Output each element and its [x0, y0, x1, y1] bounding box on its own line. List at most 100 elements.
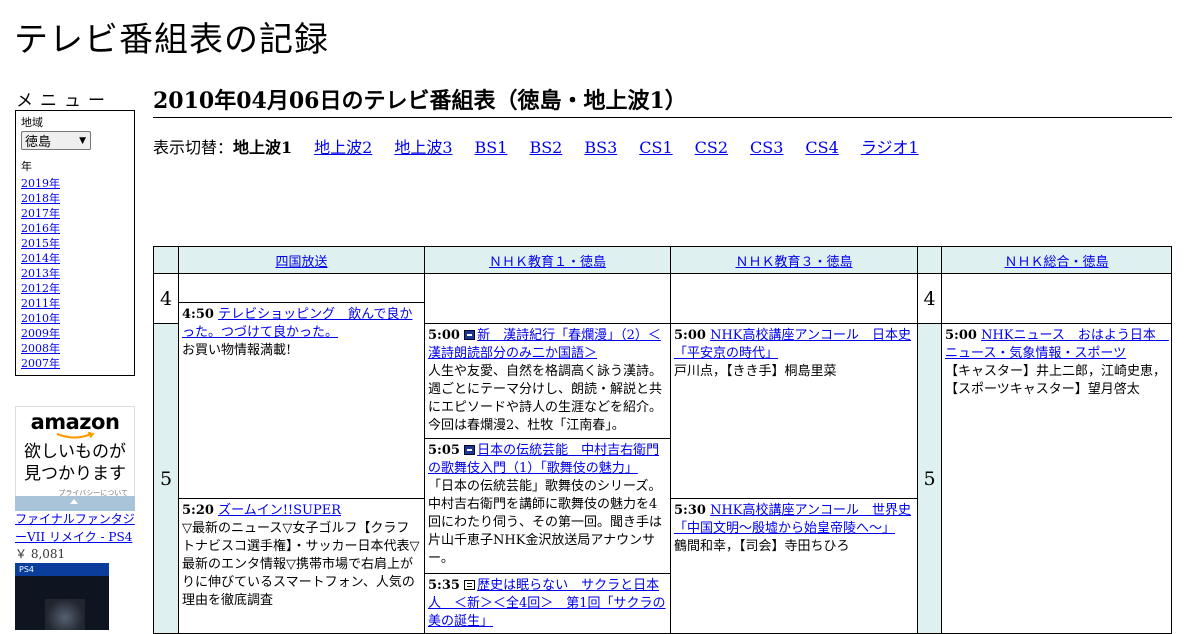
program-time: 5:30: [674, 503, 706, 518]
program-cell: 5:00 新 漢詩紀行「春爛漫」（2）＜漢詩朗読部分のみ二か国語＞ 人生や友愛、…: [424, 323, 671, 439]
year-link[interactable]: 2009年: [21, 327, 60, 340]
program-title-link[interactable]: 新 漢詩紀行「春爛漫」（2）＜漢詩朗読部分のみ二か国語＞: [428, 328, 661, 361]
program-desc: お買い物情報満載!: [182, 343, 292, 358]
hour-cell: 5: [917, 323, 942, 634]
year-link[interactable]: 2015年: [21, 237, 60, 250]
program-cell: 4:50 テレビショッピング 飲んで良かった。つづけて良かった。 お買い物情報満…: [178, 302, 425, 499]
year-label: 年: [21, 160, 32, 173]
program: 5:20 ズームイン!!SUPER ▽最新のニュース▽女子ゴルフ【クラフトナビス…: [179, 499, 424, 612]
empty-slot: [178, 273, 425, 303]
switcher-link[interactable]: CS4: [805, 138, 838, 157]
empty-slot: [424, 273, 671, 324]
hour-cell: 4: [917, 273, 942, 324]
year-link[interactable]: 2019年: [21, 177, 60, 190]
channel-header: ＮＨＫ教育１・徳島: [424, 246, 671, 274]
program: 4:50 テレビショッピング 飲んで良かった。つづけて良かった。 お買い物情報満…: [179, 303, 424, 362]
region-select[interactable]: 徳島 ▼: [21, 131, 91, 150]
year-link[interactable]: 2014年: [21, 252, 60, 265]
program-desc: 人生や友愛、自然を格調高く詠う漢詩。週ごとにテーマ分けし、朗読・解説と共にエピソ…: [428, 364, 663, 433]
empty-slot: [670, 273, 918, 324]
page-heading: 2010年04月06日のテレビ番組表（徳島・地上波1）: [153, 83, 1172, 118]
switcher-link[interactable]: BS2: [529, 138, 562, 157]
switcher-current: 地上波1: [233, 138, 293, 157]
year-link[interactable]: 2008年: [21, 342, 60, 355]
program-title-link[interactable]: NHK高校講座アンコール 世界史「中国文明～殷墟から始皇帝陵へ～」: [674, 503, 911, 536]
caption-badge-icon: [464, 445, 476, 455]
switcher-link[interactable]: 地上波2: [314, 138, 372, 157]
switcher-link[interactable]: BS1: [475, 138, 508, 157]
program: 5:30 NHK高校講座アンコール 世界史「中国文明～殷墟から始皇帝陵へ～」 鶴…: [671, 499, 917, 558]
program-title-link[interactable]: NHKニュース おはよう日本 ニュース・気象情報・スポーツ: [945, 328, 1169, 361]
menu-panel: 地域 徳島 ▼ 年 2019年 2018年 2017年 2016年 2015年 …: [15, 110, 135, 376]
program-cell: 5:00 NHKニュース おはよう日本 ニュース・気象情報・スポーツ 【キャスタ…: [941, 323, 1172, 634]
program-desc: ▽最新のニュース▽女子ゴルフ【クラフトナビスコ選手権】・サッカー日本代表▽最新の…: [182, 521, 420, 608]
channel-link[interactable]: ＮＨＫ総合・徳島: [1004, 255, 1108, 270]
switcher-link[interactable]: CS3: [750, 138, 783, 157]
program: 5:00 NHK高校講座アンコール 日本史「平安京の時代」 戸川点，【きき手】桐…: [671, 324, 917, 383]
year-link[interactable]: 2011年: [21, 297, 60, 310]
ad-tagline-line: 見つかります: [24, 464, 126, 484]
program: 5:05 日本の伝統芸能 中村吉右衛門の歌舞伎入門（1）「歌舞伎の魅力」 「日本…: [425, 439, 670, 570]
program-title-link[interactable]: NHK高校講座アンコール 日本史「平安京の時代」: [674, 328, 911, 361]
empty-slot: [941, 273, 1172, 324]
channel-header: ＮＨＫ総合・徳島: [941, 246, 1172, 274]
year-link[interactable]: 2018年: [21, 192, 60, 205]
amazon-logo: amazon: [30, 410, 120, 434]
program-cell: 5:05 日本の伝統芸能 中村吉右衛門の歌舞伎入門（1）「歌舞伎の魅力」 「日本…: [424, 438, 671, 574]
menu-title: メニュー: [16, 91, 112, 111]
switcher-link[interactable]: ラジオ1: [861, 138, 919, 157]
ad-product-link[interactable]: ファイナルファンタジーVII リメイク - PS4: [15, 510, 140, 546]
program-cell: 5:35 歴史は眠らない サクラと日本人 ＜新＞＜全4回＞ 第1回「サクラの美の…: [424, 573, 671, 634]
ad-product-image[interactable]: PS4: [15, 563, 109, 630]
channel-link[interactable]: ＮＨＫ教育１・徳島: [489, 255, 606, 270]
year-link[interactable]: 2007年: [21, 357, 60, 370]
program-desc: 戸川点，【きき手】桐島里菜: [674, 364, 837, 379]
program-desc: 「日本の伝統芸能」歌舞伎のシリーズ。中村吉右衛門を講師に歌舞伎の魅力を4回にわた…: [428, 479, 663, 566]
year-link[interactable]: 2013年: [21, 267, 60, 280]
switcher-link[interactable]: CS2: [695, 138, 728, 157]
ad-tagline-line: 欲しいものが: [24, 442, 126, 462]
program: 5:35 歴史は眠らない サクラと日本人 ＜新＞＜全4回＞ 第1回「サクラの美の…: [425, 574, 670, 633]
program-time: 5:35: [428, 578, 460, 593]
program-title-link[interactable]: ズームイン!!SUPER: [218, 503, 341, 518]
program-grid: 四国放送 ＮＨＫ教育１・徳島 ＮＨＫ教育３・徳島 ＮＨＫ総合・徳島 4 4 4:…: [153, 246, 1172, 634]
site-title: テレビ番組表の記録: [14, 20, 329, 60]
product-artwork: [45, 599, 85, 630]
data-broadcast-icon: [464, 580, 476, 590]
switcher-link[interactable]: BS3: [584, 138, 617, 157]
year-link[interactable]: 2017年: [21, 207, 60, 220]
program-desc: 【キャスター】井上二郎，江崎史恵，【スポーツキャスター】望月啓太: [945, 364, 1167, 397]
program: 5:00 NHKニュース おはよう日本 ニュース・気象情報・スポーツ 【キャスタ…: [942, 324, 1171, 401]
year-link[interactable]: 2016年: [21, 222, 60, 235]
switcher-link[interactable]: 地上波3: [394, 138, 452, 157]
program-title-link[interactable]: テレビショッピング 飲んで良かった。つづけて良かった。: [182, 307, 412, 340]
ps4-badge: PS4: [15, 563, 109, 576]
program-cell: 5:00 NHK高校講座アンコール 日本史「平安京の時代」 戸川点，【きき手】桐…: [670, 323, 918, 499]
grid-corner: [153, 246, 179, 274]
program-time: 5:05: [428, 443, 460, 458]
program: 5:00 新 漢詩紀行「春爛漫」（2）＜漢詩朗読部分のみ二か国語＞ 人生や友愛、…: [425, 324, 670, 437]
program-time: 5:00: [945, 328, 977, 343]
program-cell: 5:20 ズームイン!!SUPER ▽最新のニュース▽女子ゴルフ【クラフトナビス…: [178, 498, 425, 634]
switcher-label: 表示切替：: [153, 138, 234, 157]
program-time: 5:20: [182, 503, 214, 518]
channel-header: 四国放送: [178, 246, 425, 274]
region-select-value: 徳島: [25, 135, 52, 150]
grid-corner: [917, 246, 942, 274]
hour-cell: 5: [153, 323, 179, 634]
channel-header: ＮＨＫ教育３・徳島: [670, 246, 918, 274]
year-link[interactable]: 2010年: [21, 312, 60, 325]
channel-link[interactable]: ＮＨＫ教育３・徳島: [735, 255, 852, 270]
ad-product-price: ￥ 8,081: [15, 547, 66, 561]
ad-tagline: 欲しいものが 見つかります: [16, 441, 134, 485]
program-title-link[interactable]: 日本の伝統芸能 中村吉右衛門の歌舞伎入門（1）「歌舞伎の魅力」: [428, 443, 659, 476]
program-time: 4:50: [182, 307, 214, 322]
chevron-down-icon: ▼: [79, 135, 86, 146]
program-time: 5:00: [428, 328, 460, 343]
chevron-up-icon: [70, 499, 78, 504]
hour-cell: 4: [153, 273, 179, 324]
channel-link[interactable]: 四国放送: [275, 255, 327, 270]
switcher-link[interactable]: CS1: [639, 138, 672, 157]
year-link[interactable]: 2012年: [21, 282, 60, 295]
caption-badge-icon: [464, 330, 476, 340]
